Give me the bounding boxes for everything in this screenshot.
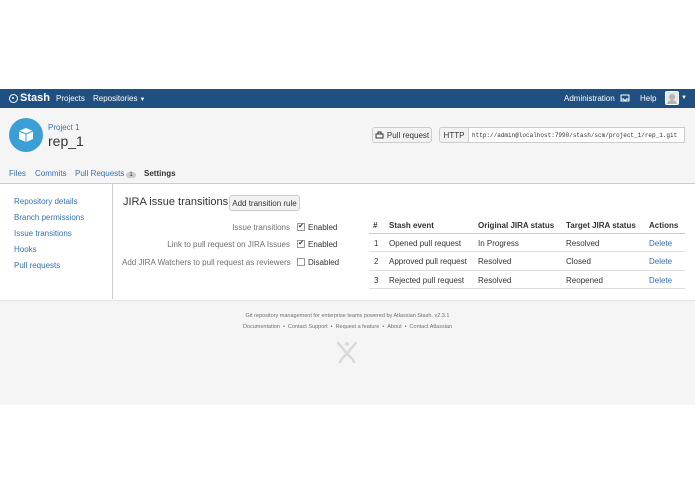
box-icon [18, 128, 34, 142]
tab-pull-requests-label: Pull Requests [75, 169, 125, 178]
setting-value-issue-transitions: Enabled [308, 223, 338, 232]
footer-link-request-feature[interactable]: Request a feature [336, 324, 380, 330]
create-pull-request-button[interactable]: Pull request [372, 127, 432, 143]
footer-link-contact-support[interactable]: Contact Support [288, 324, 328, 330]
page-footer: Git repository management for enterprise… [0, 300, 695, 405]
row-target-status: Reopened [566, 276, 603, 285]
column-header-original-status: Original JIRA status [478, 221, 555, 230]
page-title: JIRA issue transitions [123, 196, 229, 208]
user-avatar[interactable] [665, 91, 679, 105]
setting-value-link-pull-request: Enabled [308, 240, 338, 249]
brand-name: Stash [20, 92, 50, 104]
chevron-down-icon[interactable]: ▼ [681, 95, 687, 101]
sidebar-item-hooks[interactable]: Hooks [14, 245, 37, 254]
footer-separator: • [404, 324, 407, 330]
delete-rule-link[interactable]: Delete [649, 257, 672, 266]
clone-protocol-button[interactable]: HTTP [439, 127, 469, 143]
inbox-icon[interactable] [620, 94, 630, 102]
pull-request-icon [375, 131, 384, 139]
stash-logo-icon [9, 93, 18, 103]
pull-requests-count-badge: 1 [126, 172, 136, 178]
pull-request-label: Pull request [386, 130, 430, 140]
column-header-number: # [373, 221, 378, 230]
footer-link-contact-atlassian[interactable]: Contact Atlassian [410, 324, 453, 330]
column-header-target-status: Target JIRA status [566, 221, 636, 230]
footer-tagline: Git repository management for enterprise… [245, 313, 450, 319]
help-link[interactable]: Help [640, 94, 656, 103]
row-divider [369, 251, 685, 252]
tab-files[interactable]: Files [9, 169, 26, 178]
tab-pull-requests[interactable]: Pull Requests 1 [75, 169, 136, 178]
projects-link[interactable]: Projects [56, 94, 85, 103]
setting-value-add-watchers: Disabled [308, 258, 340, 267]
setting-label-add-watchers: Add JIRA Watchers to pull request as rev… [122, 258, 291, 267]
delete-rule-link[interactable]: Delete [649, 239, 672, 248]
administration-link[interactable]: Administration [564, 94, 615, 103]
add-transition-rule-button[interactable]: Add transition rule [229, 195, 300, 211]
row-stash-event: Opened pull request [389, 239, 462, 248]
setting-label-link-pull-request: Link to pull request on JIRA Issues [167, 240, 290, 249]
row-number: 3 [374, 276, 379, 285]
row-stash-event: Approved pull request [389, 257, 467, 266]
add-watchers-checkbox[interactable] [297, 258, 305, 266]
chevron-down-icon: ▼ [139, 97, 146, 103]
row-divider [369, 288, 685, 289]
link-pull-request-checkbox[interactable]: ✔ [297, 240, 305, 248]
delete-rule-link[interactable]: Delete [649, 276, 672, 285]
tab-commits[interactable]: Commits [35, 169, 67, 178]
footer-links: Documentation • Contact Support • Request a … [0, 324, 695, 330]
footer-separator: • [282, 324, 285, 330]
issue-transitions-checkbox[interactable]: ✔ [297, 223, 305, 231]
repository-avatar [9, 118, 43, 152]
row-original-status: Resolved [478, 257, 512, 266]
row-original-status: In Progress [478, 239, 519, 248]
row-target-status: Resolved [566, 239, 600, 248]
tab-settings[interactable]: Settings [144, 169, 176, 178]
settings-sidebar: Repository details Branch permissions Is… [0, 184, 113, 299]
row-stash-event: Rejected pull request [389, 276, 465, 285]
footer-separator: • [330, 324, 333, 330]
setting-label-issue-transitions: Issue transitions [232, 223, 290, 232]
footer-link-about[interactable]: About [387, 324, 401, 330]
atlassian-logo-icon [336, 341, 358, 364]
sidebar-item-branch-permissions[interactable]: Branch permissions [14, 213, 84, 222]
top-navigation: Stash Projects Repositories ▼ Administrat… [0, 89, 695, 108]
footer-link-documentation[interactable]: Documentation [243, 324, 280, 330]
sidebar-item-pull-requests[interactable]: Pull requests [14, 261, 60, 270]
column-header-stash-event: Stash event [389, 221, 434, 230]
repositories-menu[interactable]: Repositories ▼ [93, 94, 145, 103]
row-target-status: Closed [566, 257, 591, 266]
repository-tabs: Files Commits Pull Requests 1 Settings [0, 164, 695, 184]
column-header-actions: Actions [649, 221, 679, 230]
project-link[interactable]: Project 1 [48, 123, 80, 132]
footer-separator: • [382, 324, 385, 330]
clone-url-field[interactable]: http://admin@localhost:7990/stash/scm/pr… [468, 127, 685, 143]
row-number: 2 [374, 257, 379, 266]
row-original-status: Resolved [478, 276, 512, 285]
repositories-label: Repositories [93, 94, 138, 103]
repository-header: Project 1 rep_1 Pull request HTTP http:/… [0, 108, 695, 164]
sidebar-item-repository-details[interactable]: Repository details [14, 197, 78, 206]
row-divider [369, 270, 685, 271]
header-divider [369, 233, 685, 234]
sidebar-item-issue-transitions[interactable]: Issue transitions [14, 229, 72, 238]
repository-name: rep_1 [48, 133, 84, 149]
stash-logo[interactable]: Stash [9, 92, 50, 104]
row-number: 1 [374, 239, 379, 248]
